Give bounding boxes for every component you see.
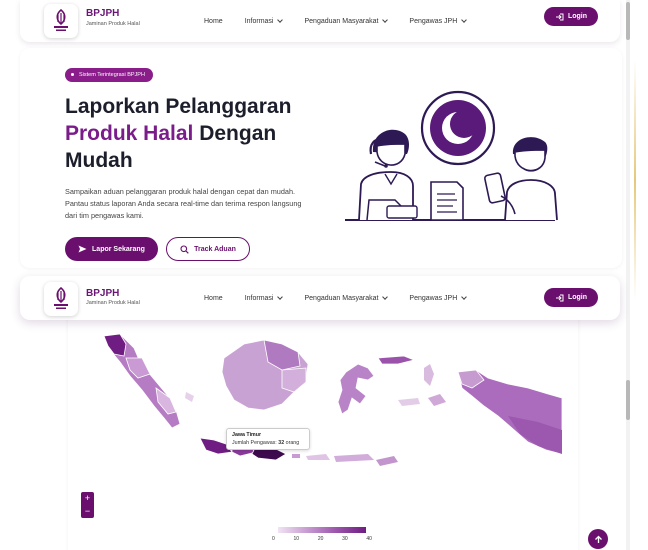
- hero-section: Sistem Terintegrasi BPJPH Laporkan Pelan…: [20, 48, 622, 268]
- tooltip-region: Jawa Timur: [232, 432, 262, 438]
- map-tooltip: Jawa Timur Jumlah Pengawas: 32 orang: [226, 428, 310, 450]
- login-icon: [555, 294, 564, 301]
- region-kaltim[interactable]: [281, 367, 307, 393]
- hero-title-line3: Mudah: [65, 148, 133, 172]
- brand-subtitle: Jaminan Produk Halal: [86, 300, 140, 306]
- nav-item-informasi[interactable]: Informasi: [244, 294, 284, 302]
- chevron-down-icon: [382, 294, 389, 300]
- tooltip-label: Jumlah Pengawas:: [232, 439, 277, 446]
- region-malut[interactable]: [424, 364, 434, 386]
- login-button[interactable]: Login: [544, 7, 598, 26]
- map-legend-bar: [278, 527, 366, 533]
- tooltip-value: 32: [278, 439, 285, 446]
- nav-item-pengawas[interactable]: Pengawas JPH: [409, 294, 468, 302]
- report-now-label: Lapor Sekarang: [92, 245, 145, 253]
- nav-item-label: Pengawas JPH: [409, 17, 458, 25]
- legend-tick: 10: [293, 536, 300, 542]
- system-badge: Sistem Terintegrasi BPJPH: [65, 68, 153, 82]
- region-babel[interactable]: [185, 392, 194, 402]
- arrow-up-icon: [594, 535, 602, 543]
- nav-item-home[interactable]: Home: [204, 18, 223, 25]
- nav-item-home[interactable]: Home: [204, 295, 223, 302]
- track-complaint-label: Track Aduan: [194, 245, 236, 253]
- hero-title-line1: Laporkan Pelanggaran: [65, 95, 292, 118]
- brand-name: BPJPH: [86, 8, 120, 19]
- decorative-line: [634, 60, 636, 300]
- nav-item-pengaduan[interactable]: Pengaduan Masyarakat: [304, 294, 389, 302]
- scrollbar-thumb[interactable]: [626, 380, 630, 420]
- region-sulut[interactable]: [377, 355, 416, 365]
- hero-description: Sampaikan aduan pelanggaran produk halal…: [65, 187, 302, 221]
- nav-item-label: Home: [204, 294, 223, 302]
- track-complaint-button[interactable]: Track Aduan: [166, 237, 250, 261]
- region-bali[interactable]: [292, 454, 300, 458]
- login-icon: [555, 13, 564, 20]
- sticky-navbar: BPJPH Jaminan Produk Halal Home Informas…: [20, 276, 620, 320]
- nav-item-label: Home: [204, 17, 223, 25]
- zoom-out-button[interactable]: −: [85, 507, 90, 516]
- main-menu: Home Informasi Pengaduan Masyarakat Peng…: [204, 0, 488, 42]
- legend-tick: 0: [272, 536, 275, 542]
- search-icon: [180, 244, 189, 254]
- region-ntt-2[interactable]: [376, 456, 398, 466]
- chevron-down-icon: [382, 17, 389, 23]
- nav-item-pengawas[interactable]: Pengawas JPH: [409, 17, 468, 25]
- map-zoom-control: + −: [81, 492, 94, 518]
- halal-logo-icon[interactable]: [44, 282, 78, 316]
- hero-title-highlight: Produk Halal: [65, 121, 194, 145]
- chevron-down-icon: [461, 294, 468, 300]
- nav-item-informasi[interactable]: Informasi: [244, 17, 284, 25]
- legend-tick: 40: [366, 536, 372, 542]
- top-navbar: BPJPH Jaminan Produk Halal Home Informas…: [20, 0, 620, 42]
- region-maluku-2[interactable]: [428, 394, 446, 406]
- scroll-to-top-button[interactable]: [588, 529, 608, 549]
- login-label: Login: [567, 13, 588, 20]
- nav-item-label: Informasi: [244, 294, 274, 302]
- zoom-in-button[interactable]: +: [85, 494, 90, 503]
- indonesia-choropleth-map[interactable]: [68, 318, 568, 478]
- page: BPJPH Jaminan Produk Halal Home Informas…: [0, 0, 648, 550]
- region-maluku[interactable]: [398, 398, 420, 406]
- send-icon: [78, 245, 87, 253]
- login-button[interactable]: Login: [544, 288, 598, 307]
- legend-tick: 20: [317, 536, 324, 542]
- customer-service-illustration: [345, 90, 558, 221]
- nav-item-label: Pengaduan Masyarakat: [304, 17, 379, 25]
- page-scrollbar[interactable]: [626, 0, 630, 550]
- hero-title: Laporkan Pelanggaran Produk Halal Dengan M…: [65, 94, 345, 175]
- brand-name: BPJPH: [86, 288, 120, 299]
- halal-logo-icon[interactable]: [44, 4, 78, 38]
- main-menu: Home Informasi Pengaduan Masyarakat Peng…: [204, 276, 488, 320]
- region-sulawesi[interactable]: [337, 363, 375, 415]
- report-now-button[interactable]: Lapor Sekarang: [65, 237, 158, 261]
- chevron-down-icon: [461, 17, 468, 23]
- legend-tick: 30: [342, 536, 348, 542]
- tooltip-value-line: Jumlah Pengawas: 32 orang: [232, 440, 304, 448]
- region-ntb[interactable]: [306, 454, 330, 460]
- map-legend-ticks: 0 10 20 30 40: [272, 536, 372, 542]
- login-label: Login: [567, 294, 588, 301]
- nav-item-label: Pengawas JPH: [409, 294, 458, 302]
- nav-item-label: Informasi: [244, 17, 274, 25]
- brand-subtitle: Jaminan Produk Halal: [86, 21, 140, 27]
- nav-item-pengaduan[interactable]: Pengaduan Masyarakat: [304, 17, 389, 25]
- scrollbar-thumb[interactable]: [626, 2, 630, 40]
- region-ntt[interactable]: [334, 454, 374, 462]
- chevron-down-icon: [277, 294, 284, 300]
- tooltip-unit: orang: [285, 439, 300, 446]
- chevron-down-icon: [277, 17, 284, 23]
- hero-title-line2: Dengan: [193, 121, 277, 145]
- nav-item-label: Pengaduan Masyarakat: [304, 294, 379, 302]
